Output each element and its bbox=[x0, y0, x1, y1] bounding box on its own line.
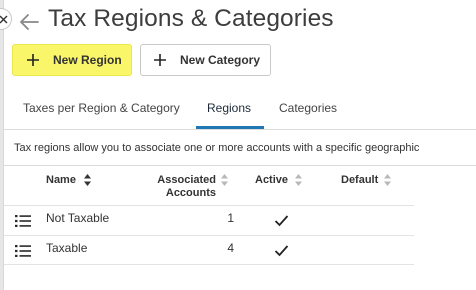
tab-regions[interactable]: Regions bbox=[207, 101, 251, 115]
new-category-button[interactable]: New Category bbox=[140, 44, 271, 76]
page-title: Tax Regions & Categories bbox=[48, 5, 334, 32]
plus-icon bbox=[154, 54, 166, 66]
column-header-name-label: Name bbox=[46, 174, 76, 186]
sort-icon[interactable] bbox=[383, 173, 392, 187]
sort-icon[interactable] bbox=[83, 173, 92, 187]
column-header-associated-label-line2: Accounts bbox=[165, 187, 216, 199]
table-row[interactable]: Not Taxable 1 bbox=[4, 205, 414, 235]
region-name: Taxable bbox=[46, 241, 88, 255]
associated-accounts-count: 1 bbox=[227, 211, 234, 225]
close-icon bbox=[0, 15, 8, 23]
column-header-associated-label-line1: Associated bbox=[157, 174, 216, 186]
new-region-button[interactable]: New Region bbox=[12, 44, 132, 76]
sort-icon[interactable] bbox=[294, 173, 303, 187]
table-divider bbox=[4, 165, 476, 166]
associated-accounts-count: 4 bbox=[227, 241, 234, 255]
panel-close-button[interactable] bbox=[0, 8, 12, 30]
column-header-active[interactable]: Active bbox=[255, 174, 288, 186]
check-icon bbox=[274, 245, 289, 257]
sort-icon[interactable] bbox=[220, 173, 229, 187]
list-icon[interactable] bbox=[15, 214, 31, 228]
new-category-label: New Category bbox=[180, 53, 261, 67]
plus-icon bbox=[27, 54, 39, 66]
back-arrow-icon[interactable] bbox=[18, 12, 40, 32]
tab-categories[interactable]: Categories bbox=[279, 101, 337, 115]
new-region-label: New Region bbox=[53, 53, 122, 67]
column-header-default[interactable]: Default bbox=[341, 174, 378, 186]
tab-bar: Taxes per Region & Category Regions Cate… bbox=[4, 92, 476, 130]
column-header-name[interactable]: Name bbox=[46, 174, 76, 186]
check-icon bbox=[274, 215, 289, 227]
table-row[interactable]: Taxable 4 bbox=[4, 235, 414, 265]
column-header-associated-accounts[interactable]: Associated Accounts bbox=[150, 174, 216, 200]
active-tab-indicator bbox=[196, 126, 264, 129]
column-header-active-label: Active bbox=[255, 174, 289, 186]
regions-description: Tax regions allow you to associate one o… bbox=[14, 142, 420, 154]
region-name: Not Taxable bbox=[46, 211, 110, 225]
tab-taxes-per-region-category[interactable]: Taxes per Region & Category bbox=[23, 101, 180, 115]
list-icon[interactable] bbox=[15, 244, 31, 258]
column-header-default-label: Default bbox=[341, 174, 379, 186]
